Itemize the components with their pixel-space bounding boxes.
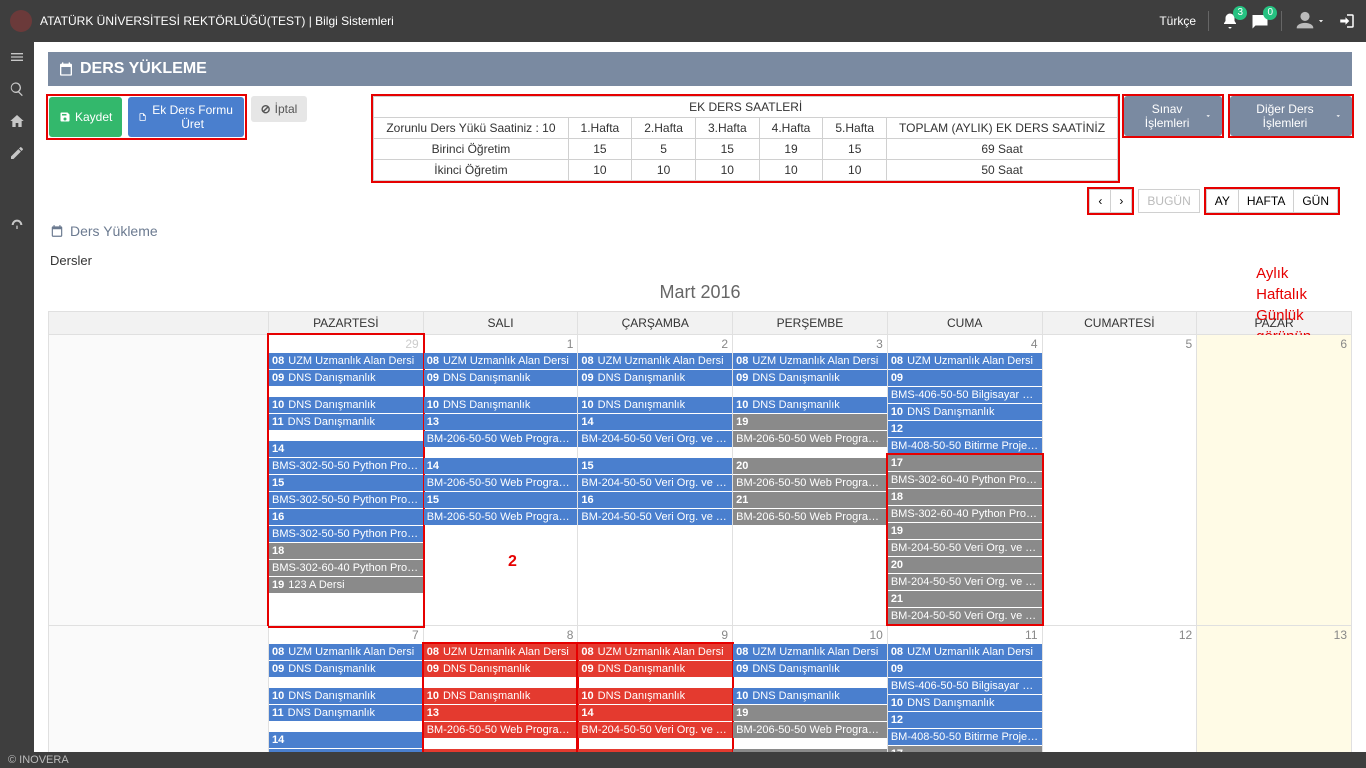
- calendar-day[interactable]: 2 08UZM Uzmanlık Alan Dersi 09DNS Danışm…: [578, 335, 733, 626]
- calendar-day[interactable]: 7 08UZM Uzmanlık Alan Dersi 09DNS Danışm…: [269, 626, 424, 753]
- week-view-button[interactable]: HAFTA: [1239, 189, 1294, 213]
- save-button[interactable]: Kaydet: [49, 97, 122, 137]
- language-selector[interactable]: Türkçe: [1159, 14, 1196, 28]
- diger-button[interactable]: Diğer Ders İşlemleri: [1230, 96, 1352, 136]
- calendar-day[interactable]: 6: [1197, 335, 1352, 626]
- home-icon[interactable]: [8, 112, 26, 130]
- notifications-icon[interactable]: 3: [1221, 12, 1239, 30]
- calendar-day[interactable]: 5: [1042, 335, 1197, 626]
- calendar[interactable]: PAZARTESİSALIÇARŞAMBA PERŞEMBECUMACUMART…: [48, 311, 1352, 752]
- calendar-day[interactable]: 9 08UZM Uzmanlık Alan Dersi 09DNS Danışm…: [578, 626, 733, 753]
- app-logo: [10, 10, 32, 32]
- calendar-day[interactable]: 12: [1042, 626, 1197, 753]
- today-button[interactable]: BUGÜN: [1138, 189, 1199, 213]
- main-content: DERS YÜKLEME Kaydet Ek Ders Formu Üret ⊘…: [34, 42, 1366, 752]
- calendar-day[interactable]: 4 08UZM Uzmanlık Alan Dersi 09 BMS-406-5…: [887, 335, 1042, 626]
- app-title: ATATÜRK ÜNİVERSİTESİ REKTÖRLÜĞÜ(TEST) | …: [40, 14, 394, 28]
- calendar-day[interactable]: 29 08UZM Uzmanlık Alan Dersi 09DNS Danış…: [269, 335, 424, 626]
- messages-icon[interactable]: 0: [1251, 12, 1269, 30]
- calendar-day[interactable]: 1 08UZM Uzmanlık Alan Dersi 09DNS Danışm…: [423, 335, 578, 626]
- menu-icon[interactable]: [8, 48, 26, 66]
- topbar: ATATÜRK ÜNİVERSİTESİ REKTÖRLÜĞÜ(TEST) | …: [0, 0, 1366, 42]
- logout-icon[interactable]: [1338, 12, 1356, 30]
- calendar-day[interactable]: 13: [1197, 626, 1352, 753]
- ek-ders-table: EK DERS SAATLERİ Zorunlu Ders Yükü Saati…: [373, 96, 1118, 181]
- footer: © INOVERA: [0, 752, 1366, 768]
- dashboard-icon[interactable]: [8, 216, 26, 234]
- calendar-day[interactable]: 8 08UZM Uzmanlık Alan Dersi 09DNS Danışm…: [423, 626, 578, 753]
- mail-badge: 0: [1263, 6, 1277, 20]
- sidebar: [0, 42, 34, 752]
- page-title: DERS YÜKLEME: [48, 52, 1352, 86]
- sinav-button[interactable]: Sınav İşlemleri: [1124, 96, 1222, 136]
- next-button[interactable]: ›: [1111, 189, 1132, 213]
- day-view-button[interactable]: GÜN: [1294, 189, 1338, 213]
- section-subhead: Ders Yükleme: [48, 217, 1352, 247]
- calendar-day[interactable]: 10 08UZM Uzmanlık Alan Dersi 09DNS Danış…: [733, 626, 888, 753]
- calendar-day[interactable]: 11 08UZM Uzmanlık Alan Dersi 09 BMS-406-…: [887, 626, 1042, 753]
- dersler-label: Dersler: [50, 253, 1352, 268]
- calendar-day[interactable]: 3 08UZM Uzmanlık Alan Dersi 09DNS Danışm…: [733, 335, 888, 626]
- edit-icon[interactable]: [8, 144, 26, 162]
- ekders-button[interactable]: Ek Ders Formu Üret: [128, 97, 243, 137]
- month-view-button[interactable]: AY: [1206, 189, 1239, 213]
- user-menu[interactable]: [1294, 10, 1326, 32]
- notif-badge: 3: [1233, 6, 1247, 20]
- month-label: Mart 2016: [48, 282, 1352, 303]
- cancel-button[interactable]: ⊘İptal: [251, 96, 308, 122]
- search-icon[interactable]: [8, 80, 26, 98]
- prev-button[interactable]: ‹: [1089, 189, 1111, 213]
